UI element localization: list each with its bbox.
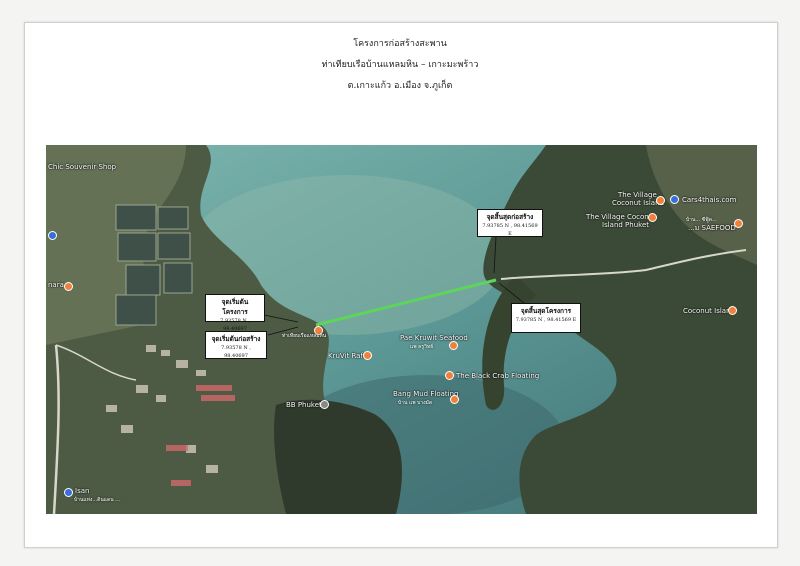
project-title: โครงการก่อสร้างสะพาน <box>353 39 447 49</box>
place-left-label[interactable]: nara <box>48 281 64 289</box>
place-bang-mud-thai[interactable]: บ้าน แพ บางมัด <box>398 399 432 407</box>
hotel-pin-icon[interactable] <box>648 213 657 222</box>
place-isan[interactable]: Isan <box>75 487 89 495</box>
restaurant-pin-icon[interactable] <box>363 351 372 360</box>
restaurant-pin-icon[interactable] <box>450 395 459 404</box>
callout-project-start: จุดเริ่มต้นโครงการ 7.93578 N , 98.40697 <box>205 294 265 332</box>
callout-construction-start: จุดเริ่มต้นก่อสร้าง 7.93578 N , 98.40697 <box>205 331 267 359</box>
place-pae-kruwit-thai[interactable]: แพ ครูวิทย์ <box>410 343 433 351</box>
restaurant-pin-icon[interactable] <box>449 341 458 350</box>
place-laem-hin-pier[interactable]: ท่าเทียบเรือแหลมหิน <box>282 332 326 340</box>
callout-coordinate: 7.93578 N , 98.40697 <box>221 345 251 359</box>
restaurant-pin-icon[interactable] <box>445 371 454 380</box>
place-seafood-b[interactable]: ...ม SAEFOOD <box>688 223 736 234</box>
place-village-coconut-2b[interactable]: Island Phuket <box>602 221 649 229</box>
callout-title: จุดสิ้นสุดก่อสร้าง <box>486 213 534 221</box>
project-location: ต.เกาะแก้ว อ.เมือง จ.ภูเก็ต <box>347 81 453 91</box>
hotel-pin-icon[interactable] <box>656 196 665 205</box>
callout-coordinate: 7.93785 N , 98.41569 E <box>515 317 577 323</box>
callout-title: จุดเริ่มต้นโครงการ <box>221 298 249 316</box>
place-bang-mud-floating[interactable]: Bang Mud Floating <box>393 390 458 398</box>
car-rental-pin-icon[interactable] <box>670 195 679 204</box>
callout-title: จุดสิ้นสุดโครงการ <box>520 307 572 315</box>
callout-project-end: จุดสิ้นสุดโครงการ 7.93785 N , 98.41569 E <box>511 303 581 333</box>
hotel-pin-icon[interactable] <box>728 306 737 315</box>
callout-coordinate: 7.93785 N , 98.41569 E <box>482 223 538 237</box>
place-pin-icon[interactable] <box>48 231 57 240</box>
restaurant-pin-icon[interactable] <box>734 219 743 228</box>
place-village-coconut-1a[interactable]: The Village <box>618 191 657 199</box>
document-header: โครงการก่อสร้างสะพาน ท่าเทียบเรือบ้านแหล… <box>0 34 800 97</box>
place-pae-kruwit-seafood[interactable]: Pae Kruwit Seafood <box>400 334 468 342</box>
callout-title: จุดเริ่มต้นก่อสร้าง <box>211 335 261 343</box>
satellite-map[interactable]: Chic Souvenir Shop nara The Village Coco… <box>46 145 757 514</box>
callout-construction-end: จุดสิ้นสุดก่อสร้าง 7.93785 N , 98.41569 … <box>477 209 543 237</box>
place-pin-icon[interactable] <box>64 282 73 291</box>
place-pin-icon[interactable] <box>64 488 73 497</box>
place-black-crab-floating[interactable]: The Black Crab Floating <box>456 372 539 380</box>
place-cars4thais[interactable]: Cars4thais.com <box>682 196 736 204</box>
place-souvenir-shop[interactable]: Chic Souvenir Shop <box>48 163 116 171</box>
place-village-coconut-2a[interactable]: The Village Coconut <box>586 213 656 221</box>
hotel-pin-icon[interactable] <box>320 400 329 409</box>
place-kruvit-raft[interactable]: KruVit Raft <box>328 352 366 360</box>
project-subtitle: ท่าเทียบเรือบ้านแหลมหิน – เกาะมะพร้าว <box>321 60 479 70</box>
place-isan-sub[interactable]: บ้านแห่ง...ดินแดน ... <box>74 496 120 504</box>
place-bb-phuket[interactable]: BB Phuket <box>286 401 322 409</box>
